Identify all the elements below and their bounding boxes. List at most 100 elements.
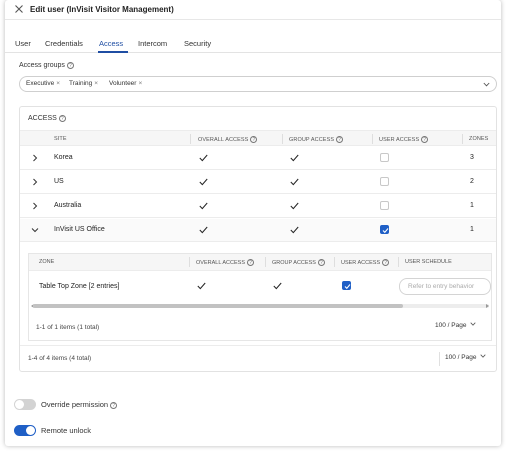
access-card: ACCESS? SITE OVERALL ACCESS? GROUP ACCES… (19, 106, 497, 372)
check-icon (382, 228, 389, 234)
zone-count: 3 (470, 154, 474, 161)
check-icon (344, 284, 351, 290)
modal-header: Edit user (InVisit Visitor Management) (5, 0, 501, 20)
chip-executive: Executive × (26, 79, 60, 89)
info-icon: ? (421, 136, 429, 143)
toggle-label-text: Override permission (41, 400, 109, 409)
scrollbar-thumb[interactable] (33, 304, 403, 308)
col-group-access: GROUP ACCESS? (272, 259, 325, 266)
col-label: OVERALL ACCESS (196, 260, 246, 266)
access-section-title: ACCESS? (28, 115, 66, 122)
user-access-checkbox[interactable] (380, 153, 389, 162)
table-row-expanded[interactable]: InVisit US Office 1 (20, 219, 496, 242)
table-row[interactable]: Korea 3 (20, 147, 496, 170)
scroll-right-arrow[interactable] (486, 304, 489, 308)
tab-intercom[interactable]: Intercom (138, 39, 167, 48)
zones-subtable: ZONE OVERALL ACCESS? GROUP ACCESS? USER … (28, 253, 492, 341)
zone-row[interactable]: Table Top Zone [2 entries] Refer to entr… (29, 271, 491, 301)
tab-security[interactable]: Security (184, 39, 211, 48)
tab-access[interactable]: Access (99, 39, 123, 48)
col-zone: ZONE (39, 259, 55, 265)
column-divider (282, 134, 283, 144)
chevron-right-icon[interactable] (31, 154, 39, 162)
remote-unlock-toggle[interactable] (14, 425, 36, 436)
user-access-checkbox[interactable] (380, 177, 389, 186)
horizontal-scrollbar[interactable] (33, 304, 489, 308)
chip-remove-icon[interactable]: × (56, 80, 60, 87)
chip-label: Volunteer (109, 80, 137, 87)
zones-item-count: 1-1 of 1 items (1 total) (36, 324, 100, 331)
col-user-schedule: USER SCHEDULE (405, 259, 452, 265)
site-name: InVisit US Office (54, 226, 105, 233)
info-icon: ? (58, 115, 66, 122)
check-icon (199, 226, 208, 234)
sites-per-page-select[interactable]: 100 / Page (445, 354, 487, 361)
chevron-down-icon (470, 322, 477, 326)
chip-volunteer: Volunteer × (109, 79, 142, 89)
col-label: USER ACCESS (379, 137, 420, 143)
zone-name: Table Top Zone [2 entries] (39, 283, 120, 290)
zone-user-access-checkbox[interactable] (342, 281, 351, 290)
zones-table-header: ZONE OVERALL ACCESS? GROUP ACCESS? USER … (29, 254, 491, 271)
column-divider (265, 257, 266, 267)
col-label: GROUP ACCESS (289, 137, 335, 143)
user-schedule-input[interactable]: Refer to entry behavior (399, 278, 491, 295)
close-icon[interactable] (14, 4, 24, 14)
access-groups-select[interactable]: Executive × Training × Volunteer × (19, 76, 497, 92)
table-row[interactable]: Australia 1 (20, 195, 496, 218)
info-icon: ? (66, 62, 74, 69)
toggle-knob (26, 426, 35, 435)
column-divider (190, 134, 191, 144)
access-groups-label: Access groups? (19, 62, 74, 69)
access-title-text: ACCESS (28, 115, 57, 122)
chip-label: Executive (26, 80, 55, 87)
footer-divider (439, 352, 440, 366)
access-table-footer: 1-4 of 4 items (4 total) 100 / Page (20, 345, 496, 371)
site-name: US (54, 178, 64, 185)
active-tab-indicator (98, 51, 128, 53)
tab-user[interactable]: User (15, 39, 31, 48)
user-access-checkbox[interactable] (380, 201, 389, 210)
chevron-down-icon[interactable] (483, 82, 490, 87)
check-icon (290, 154, 299, 162)
col-site: SITE (54, 136, 67, 142)
check-icon (199, 154, 208, 162)
col-overall-access: OVERALL ACCESS? (196, 259, 255, 266)
zones-table-footer: 1-1 of 1 items (1 total) 100 / Page (29, 312, 491, 340)
chevron-right-icon[interactable] (31, 202, 39, 210)
override-permission-toggle[interactable] (14, 399, 36, 410)
user-access-checkbox[interactable] (380, 225, 389, 234)
column-divider (189, 257, 190, 267)
tab-credentials[interactable]: Credentials (45, 39, 83, 48)
check-icon (199, 202, 208, 210)
per-page-label: 100 / Page (445, 354, 477, 361)
chevron-right-icon[interactable] (31, 178, 39, 186)
per-page-label: 100 / Page (435, 322, 467, 329)
info-icon: ? (317, 259, 325, 266)
check-icon (199, 178, 208, 186)
column-divider (334, 257, 335, 267)
check-icon (290, 178, 299, 186)
check-icon (197, 282, 206, 290)
column-divider (462, 134, 463, 144)
zone-count: 1 (470, 226, 474, 233)
access-table-header: SITE OVERALL ACCESS? GROUP ACCESS? USER … (20, 130, 496, 146)
col-overall-access: OVERALL ACCESS? (198, 136, 258, 143)
check-icon (290, 226, 299, 234)
check-icon (273, 282, 282, 290)
table-row[interactable]: US 2 (20, 171, 496, 194)
zones-per-page-select[interactable]: 100 / Page (435, 322, 477, 329)
chip-remove-icon[interactable]: × (94, 80, 98, 87)
chip-remove-icon[interactable]: × (138, 80, 142, 87)
chip-label: Training (69, 80, 93, 87)
access-groups-label-text: Access groups (19, 62, 65, 69)
remote-unlock-label: Remote unlock (41, 426, 92, 435)
col-label: OVERALL ACCESS (198, 137, 249, 143)
chevron-down-icon[interactable] (31, 226, 39, 234)
check-icon (290, 202, 299, 210)
col-label: USER ACCESS (341, 260, 381, 266)
tab-bar: User Credentials Access Intercom Securit… (5, 36, 501, 53)
chevron-down-icon (480, 354, 487, 358)
col-group-access: GROUP ACCESS? (289, 136, 344, 143)
site-name: Korea (54, 154, 73, 161)
